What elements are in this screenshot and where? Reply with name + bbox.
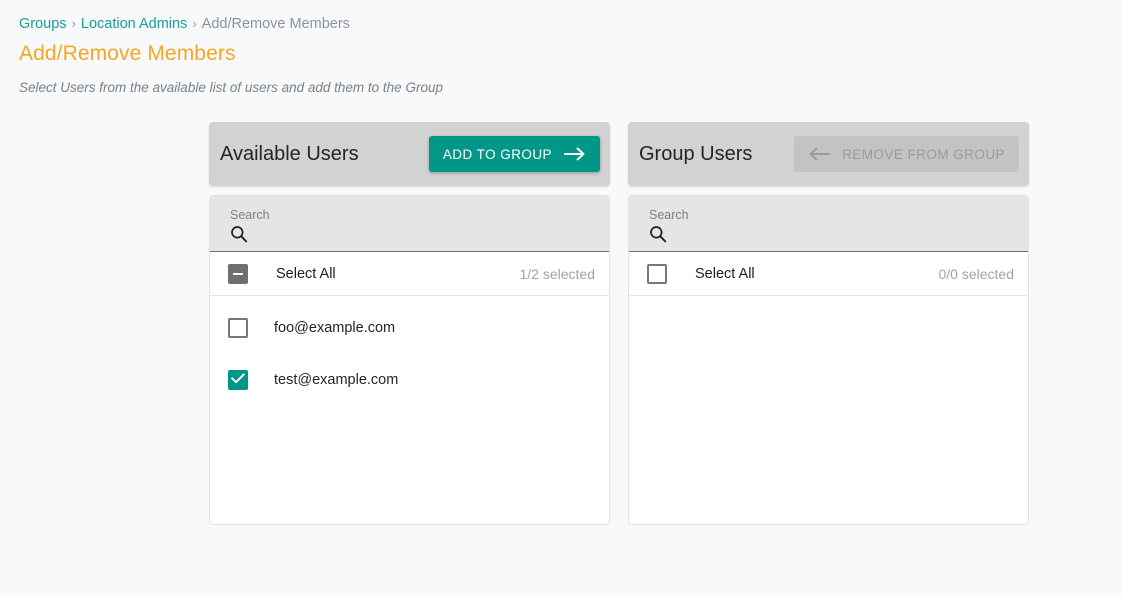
- indeterminate-dash-icon: [233, 272, 243, 275]
- page-title: Add/Remove Members: [19, 42, 236, 65]
- group-search-input[interactable]: [673, 228, 973, 244]
- search-icon: [230, 225, 248, 248]
- available-search-input[interactable]: [254, 228, 554, 244]
- available-user-list[interactable]: foo@example.com test@example.com: [210, 296, 609, 524]
- add-to-group-label: ADD TO GROUP: [442, 146, 552, 162]
- group-search-box: Search: [629, 196, 1028, 252]
- group-selected-count: 0/0 selected: [938, 265, 1015, 282]
- group-search-label: Search: [649, 208, 689, 222]
- group-users-panel: Group Users REMOVE FROM GROUP Search Sel…: [628, 122, 1029, 525]
- available-select-all-checkbox[interactable]: [228, 263, 248, 284]
- breadcrumb: Groups › Location Admins › Add/Remove Member…: [19, 14, 1122, 34]
- group-user-list[interactable]: [629, 296, 1028, 524]
- remove-from-group-label: REMOVE FROM GROUP: [842, 146, 1005, 162]
- breadcrumb-item-location-admins[interactable]: Location Admins: [81, 16, 187, 32]
- list-item[interactable]: test@example.com: [210, 354, 609, 406]
- dual-list-container: Available Users ADD TO GROUP Search Sele…: [209, 122, 1029, 525]
- available-selected-count: 1/2 selected: [519, 265, 596, 282]
- available-select-all-row[interactable]: Select All 1/2 selected: [210, 252, 609, 296]
- group-search-row: [649, 225, 1028, 247]
- group-select-all-label: Select All: [695, 265, 755, 282]
- available-panel-title: Available Users: [220, 143, 359, 165]
- available-select-all-label: Select All: [276, 265, 336, 282]
- available-panel-header: Available Users ADD TO GROUP: [209, 122, 610, 186]
- available-search-label: Search: [230, 208, 270, 222]
- group-select-all-row[interactable]: Select All 0/0 selected: [629, 252, 1028, 296]
- user-email: foo@example.com: [274, 320, 396, 336]
- page-header: Groups › Location Admins › Add/Remove Member…: [0, 0, 1122, 97]
- page-subtitle: Select Users from the available list of …: [19, 80, 443, 95]
- user-checkbox[interactable]: [228, 370, 248, 390]
- user-checkbox[interactable]: [228, 318, 248, 338]
- breadcrumb-separator-icon: ›: [192, 16, 197, 31]
- breadcrumb-item-current: Add/Remove Members: [201, 16, 350, 32]
- user-email: test@example.com: [274, 372, 399, 388]
- search-icon: [649, 225, 667, 248]
- available-search-row: [230, 225, 609, 247]
- add-to-group-button[interactable]: ADD TO GROUP: [428, 136, 600, 172]
- arrow-right-icon: [564, 147, 586, 161]
- group-panel-body: Search Select All 0/0 selected: [628, 195, 1029, 525]
- remove-from-group-button[interactable]: REMOVE FROM GROUP: [794, 136, 1019, 172]
- group-select-all-checkbox[interactable]: [647, 263, 667, 284]
- available-users-panel: Available Users ADD TO GROUP Search Sele…: [209, 122, 610, 525]
- breadcrumb-separator-icon: ›: [71, 16, 76, 31]
- arrow-left-icon: [808, 147, 831, 161]
- breadcrumb-item-groups[interactable]: Groups: [19, 16, 67, 32]
- checkmark-icon: [231, 371, 245, 389]
- group-panel-header: Group Users REMOVE FROM GROUP: [628, 122, 1029, 186]
- list-item[interactable]: foo@example.com: [210, 302, 609, 354]
- group-panel-title: Group Users: [639, 143, 753, 165]
- available-search-box: Search: [210, 196, 609, 252]
- available-panel-body: Search Select All 1/2 selected foo@examp…: [209, 195, 610, 525]
